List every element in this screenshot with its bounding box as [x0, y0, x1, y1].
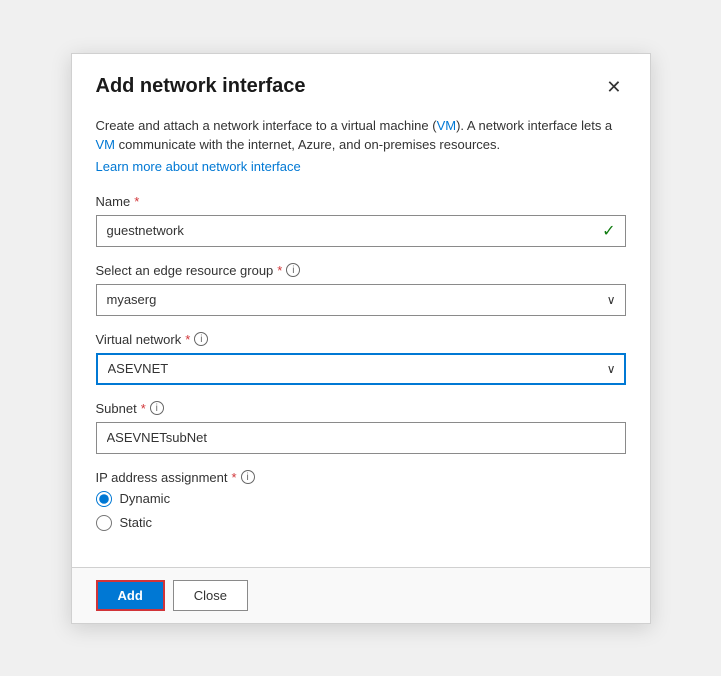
edge-resource-group-wrapper: myaserg ∨: [96, 284, 626, 316]
dialog-body: Create and attach a network interface to…: [72, 116, 650, 567]
dialog-footer: Add Close: [72, 567, 650, 623]
description-text: Create and attach a network interface to…: [96, 116, 626, 155]
vm-link-2[interactable]: VM: [96, 137, 116, 152]
edge-resource-group-field: Select an edge resource group * i myaser…: [96, 263, 626, 316]
vnet-required: *: [185, 332, 190, 347]
subnet-info-icon[interactable]: i: [150, 401, 164, 415]
ip-assignment-field: IP address assignment * i Dynamic Static: [96, 470, 626, 531]
ip-assignment-label: IP address assignment * i: [96, 470, 626, 485]
virtual-network-field: Virtual network * i ASEVNET ∨: [96, 332, 626, 385]
ip-assignment-radio-group: Dynamic Static: [96, 491, 626, 531]
name-checkmark-icon: ✓: [602, 221, 615, 241]
dialog-title: Add network interface: [96, 75, 306, 98]
name-input-wrapper: ✓: [96, 215, 626, 247]
name-field-group: Name * ✓: [96, 194, 626, 247]
static-radio[interactable]: [96, 515, 112, 531]
dialog-backdrop: Add network interface ✕ Create and attac…: [0, 0, 721, 676]
vnet-info-icon[interactable]: i: [194, 332, 208, 346]
close-dialog-button[interactable]: Close: [173, 580, 248, 611]
name-required: *: [134, 194, 139, 209]
dynamic-radio-item[interactable]: Dynamic: [96, 491, 626, 507]
edge-info-icon[interactable]: i: [286, 263, 300, 277]
static-radio-item[interactable]: Static: [96, 515, 626, 531]
name-input[interactable]: [96, 215, 626, 247]
static-label: Static: [120, 515, 153, 530]
dynamic-radio[interactable]: [96, 491, 112, 507]
edge-required: *: [277, 263, 282, 278]
vm-link[interactable]: VM: [437, 118, 457, 133]
learn-more-link[interactable]: Learn more about network interface: [96, 159, 626, 174]
name-label: Name *: [96, 194, 626, 209]
add-button[interactable]: Add: [96, 580, 165, 611]
virtual-network-wrapper: ASEVNET ∨: [96, 353, 626, 385]
edge-resource-group-select[interactable]: myaserg: [96, 284, 626, 316]
ip-required: *: [232, 470, 237, 485]
dialog-header: Add network interface ✕: [72, 54, 650, 116]
virtual-network-label: Virtual network * i: [96, 332, 626, 347]
edge-resource-group-label: Select an edge resource group * i: [96, 263, 626, 278]
subnet-required: *: [141, 401, 146, 416]
subnet-label: Subnet * i: [96, 401, 626, 416]
add-network-interface-dialog: Add network interface ✕ Create and attac…: [71, 53, 651, 624]
subnet-field: Subnet * i: [96, 401, 626, 454]
ip-info-icon[interactable]: i: [241, 470, 255, 484]
subnet-input[interactable]: [96, 422, 626, 454]
close-button[interactable]: ✕: [602, 74, 625, 100]
virtual-network-select[interactable]: ASEVNET: [96, 353, 626, 385]
dynamic-label: Dynamic: [120, 491, 171, 506]
